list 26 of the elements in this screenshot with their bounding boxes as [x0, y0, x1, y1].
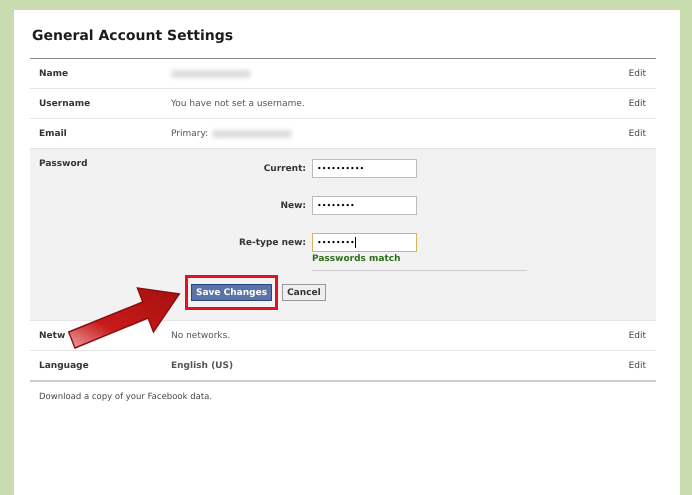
edit-link[interactable]: Edit	[596, 68, 656, 78]
setting-label: Email	[38, 128, 68, 138]
setting-label: Password	[38, 159, 89, 169]
form-button[interactable]: Save Changes	[191, 284, 272, 301]
password-field[interactable]: ••••••••••	[312, 159, 417, 178]
field-label: New:	[279, 200, 306, 210]
download-link[interactable]: Download a copy of your Facebook data.	[39, 392, 656, 402]
status-message: Passwords match	[312, 254, 401, 264]
setting-value: No networks.	[171, 330, 230, 340]
form-button[interactable]: Cancel	[282, 284, 326, 301]
setting-value: English (US)	[171, 360, 234, 370]
setting-value: You have not set a username.	[171, 98, 305, 108]
field-label: Re-type new:	[238, 238, 306, 248]
edit-link[interactable]: Edit	[596, 330, 656, 340]
setting-label: Language	[38, 360, 90, 370]
setting-label: Name	[38, 68, 70, 78]
setting-value: Primary:	[171, 128, 208, 138]
section-title: General Account Settings	[32, 28, 234, 44]
edit-link[interactable]: Edit	[596, 98, 656, 108]
edit-link[interactable]: Edit	[596, 128, 656, 138]
password-field[interactable]: ••••••••	[312, 196, 417, 215]
edit-link[interactable]: Edit	[596, 360, 656, 370]
password-field[interactable]: ••••••••	[312, 233, 417, 252]
field-label: Current:	[262, 164, 306, 174]
setting-label: Username	[38, 98, 92, 108]
setting-label: Netw	[38, 330, 66, 340]
